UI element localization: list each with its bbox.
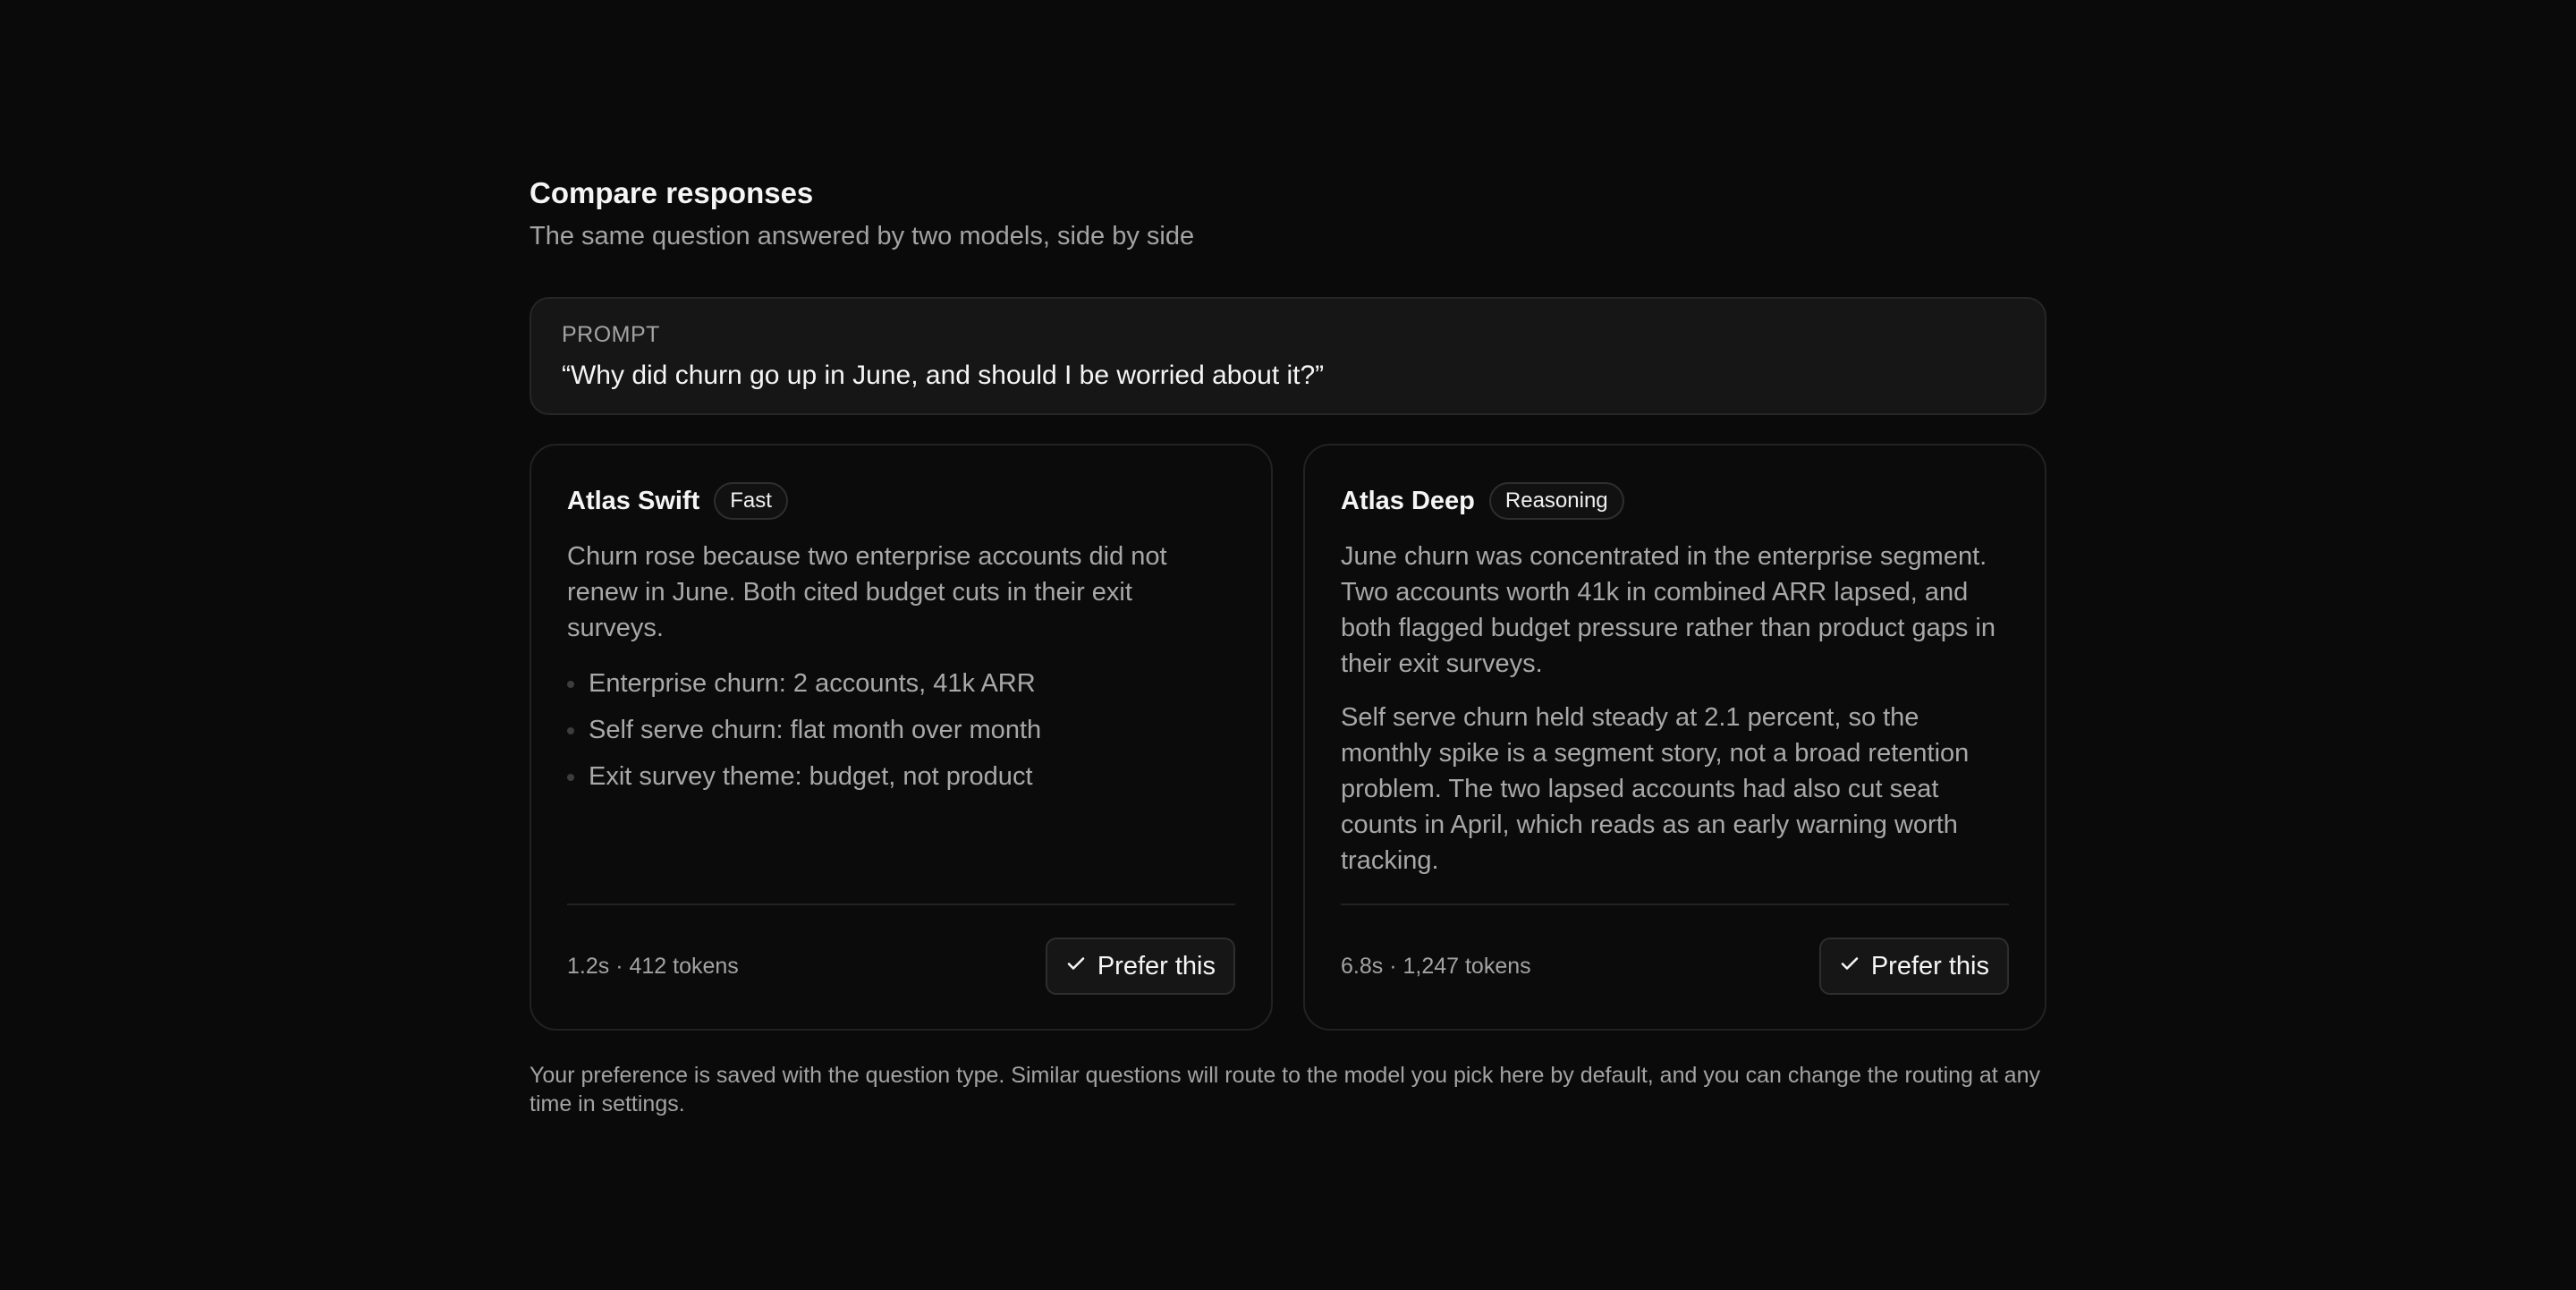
prompt-box: PROMPT “Why did churn go up in June, and… (530, 297, 2046, 415)
model-badge: Fast (714, 482, 788, 520)
prompt-text: “Why did churn go up in June, and should… (562, 361, 1325, 390)
bullet-item: Exit survey theme: budget, not product (567, 753, 1193, 800)
response-paragraph: Self serve churn held steady at 2.1 perc… (1341, 703, 1970, 875)
response-paragraph: Churn rose because two enterprise accoun… (567, 542, 1167, 642)
response-body: June churn was concentrated in the enter… (1341, 539, 2009, 878)
prefer-label: Prefer this (1097, 951, 1216, 980)
prefer-label: Prefer this (1870, 951, 1989, 980)
response-cards: Atlas Swift Fast Churn rose because two … (530, 444, 2046, 1031)
card-divider (1341, 904, 2009, 905)
check-icon (1065, 952, 1087, 981)
page-title: Compare responses (530, 176, 814, 209)
bullet-item: Enterprise churn: 2 accounts, 41k ARR (567, 660, 1193, 707)
prefer-button[interactable]: Prefer this (1818, 938, 2009, 995)
prefer-button[interactable]: Prefer this (1045, 938, 1235, 995)
card-header: Atlas Deep Reasoning (1341, 481, 2009, 521)
compare-panel: Compare responses The same question answ… (530, 175, 2046, 1118)
bullet-item: Self serve churn: flat month over month (567, 707, 1193, 753)
prompt-label: PROMPT (562, 322, 660, 347)
response-card-swift: Atlas Swift Fast Churn rose because two … (530, 444, 1273, 1031)
model-name: Atlas Swift (567, 486, 700, 515)
response-meta: 6.8s · 1,247 tokens (1341, 953, 1531, 979)
page-subtitle: The same question answered by two models… (530, 222, 1195, 250)
response-bullets: Enterprise churn: 2 accounts, 41k ARR Se… (567, 660, 1193, 800)
response-body: Churn rose because two enterprise accoun… (567, 539, 1193, 800)
card-divider (567, 904, 1235, 905)
card-header: Atlas Swift Fast (567, 481, 1235, 521)
response-paragraph: June churn was concentrated in the enter… (1341, 542, 1996, 678)
model-badge: Reasoning (1488, 482, 1624, 520)
response-card-deep: Atlas Deep Reasoning June churn was conc… (1303, 444, 2046, 1031)
routing-footnote: Your preference is saved with the questi… (530, 1063, 2040, 1116)
card-footer: 1.2s · 412 tokens Prefer this (567, 938, 1235, 995)
model-name: Atlas Deep (1341, 486, 1475, 515)
check-icon (1839, 952, 1860, 981)
card-footer: 6.8s · 1,247 tokens Prefer this (1341, 938, 2009, 995)
response-meta: 1.2s · 412 tokens (567, 953, 739, 979)
